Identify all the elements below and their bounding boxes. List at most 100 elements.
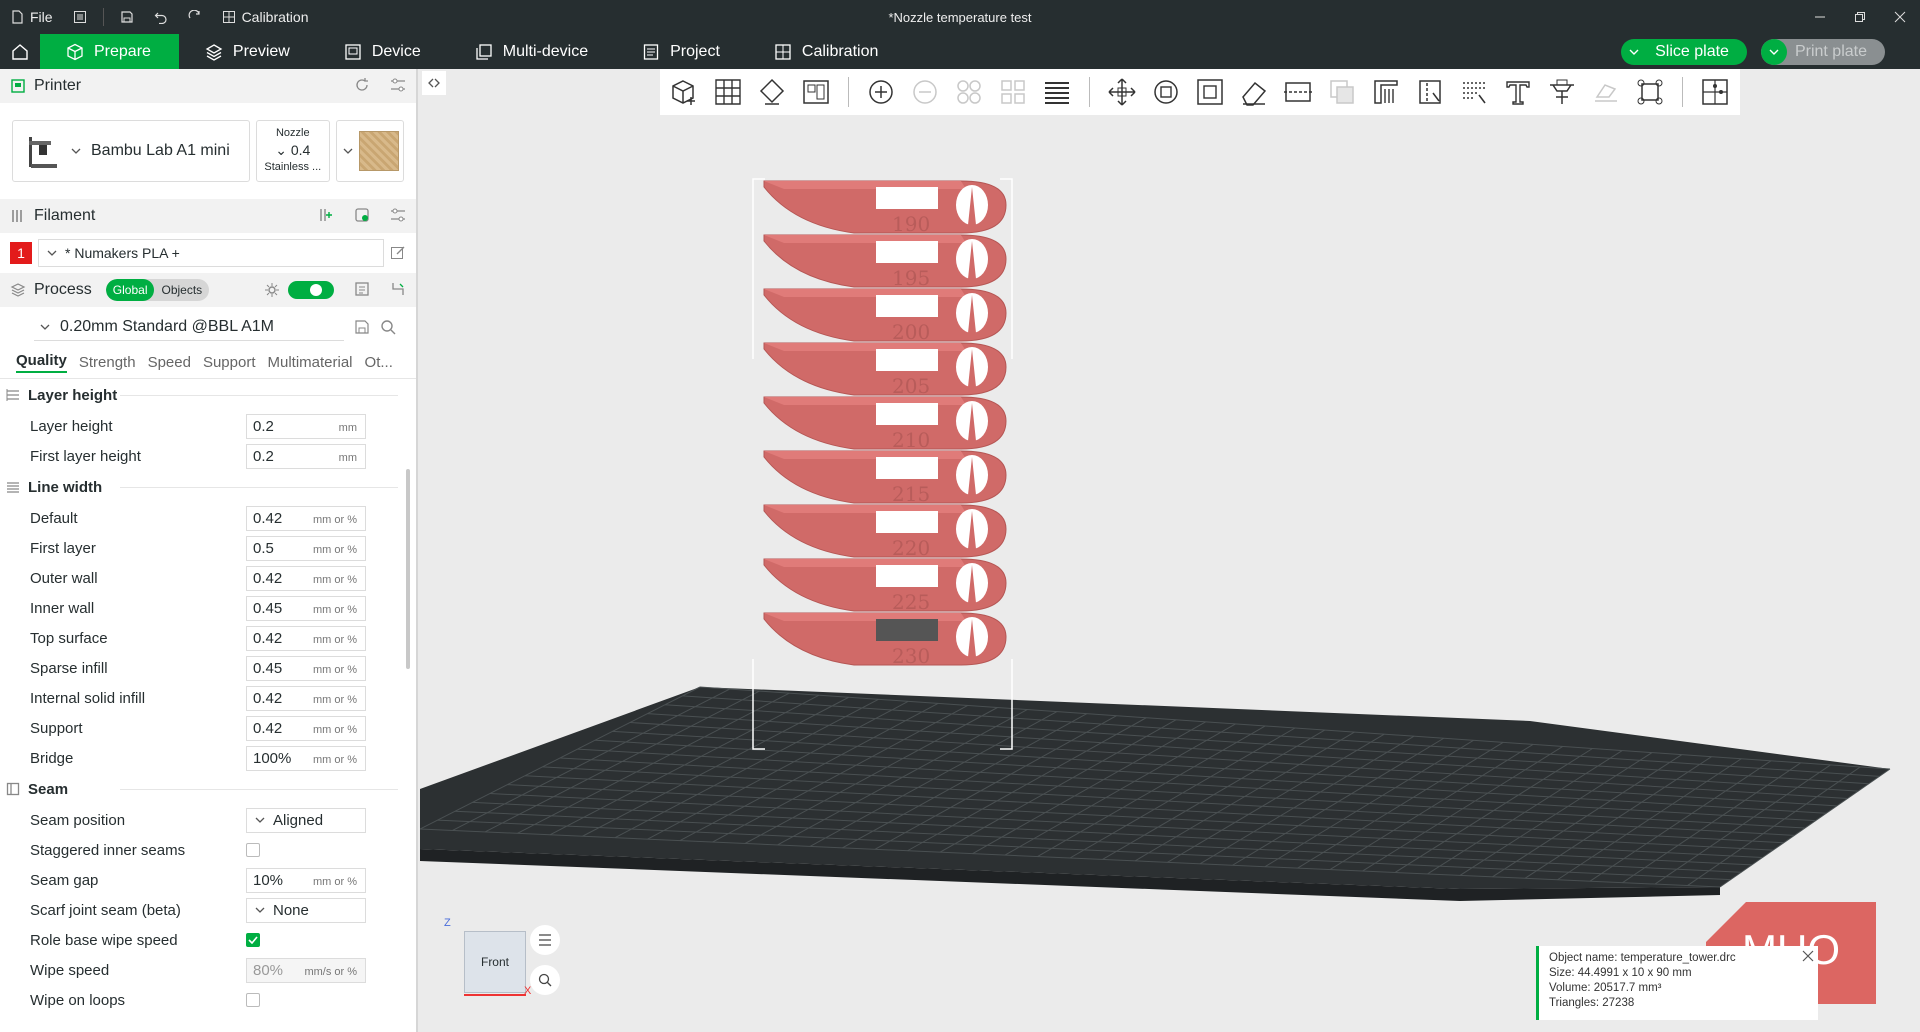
print-plate-button[interactable]: Print plate [1760, 39, 1885, 65]
seam-gap-input[interactable]: 10% mm or % [246, 867, 366, 893]
close-button[interactable] [1880, 0, 1920, 34]
line-width-bridge-input[interactable]: 100% mm or % [246, 745, 366, 771]
collapse-sidebar-button[interactable] [422, 71, 446, 95]
line-width-default-input[interactable]: 0.42 mm or % [246, 505, 366, 531]
compare-icon[interactable] [354, 281, 370, 297]
minimize-button[interactable] [1800, 0, 1840, 34]
slice-plate-button[interactable]: Slice plate [1621, 39, 1747, 65]
subtab-strength[interactable]: Strength [79, 354, 136, 371]
layer-height-input[interactable]: 0.2 mm [246, 413, 366, 439]
tab-multi-device[interactable]: Multi-device [449, 34, 616, 69]
edit-icon[interactable] [390, 245, 406, 261]
add-filament-icon[interactable] [318, 207, 334, 223]
printer-select[interactable]: Bambu Lab A1 mini [12, 120, 250, 182]
brim-ears-tool[interactable] [1632, 74, 1668, 110]
plate-tools-button[interactable] [1697, 74, 1733, 110]
tab-prepare[interactable]: Prepare [40, 34, 179, 69]
subtab-others[interactable]: Ot... [365, 354, 393, 371]
support-painting-tool[interactable] [1368, 74, 1404, 110]
tab-device[interactable]: Device [318, 34, 449, 69]
tab-calibration[interactable]: Calibration [748, 34, 906, 69]
plate-type-select[interactable] [335, 120, 404, 182]
temperature-tower-model[interactable]: 190 195 200 205 210 215 220 225 230 [763, 180, 1007, 668]
chevron-down-icon[interactable] [1621, 39, 1647, 65]
subtab-support[interactable]: Support [203, 354, 256, 371]
file-menu[interactable]: File [0, 0, 63, 34]
line-width-top-surface-input[interactable]: 0.42 mm or % [246, 625, 366, 651]
navigation-cube[interactable]: Z Front X [444, 917, 531, 997]
view-menu-button[interactable] [530, 925, 560, 955]
line-width-outer-wall-input[interactable]: 0.42 mm or % [246, 565, 366, 591]
home-button[interactable] [0, 34, 40, 69]
undo-button[interactable] [144, 0, 178, 34]
nozzle-select[interactable]: Nozzle ⌄ 0.4 Stainless ... [255, 120, 330, 182]
setting-unit: mm or % [313, 513, 357, 526]
process-preset-select[interactable]: 0.20mm Standard @BBL A1M [34, 313, 344, 341]
close-icon[interactable] [1802, 950, 1814, 962]
line-width-support-input[interactable]: 0.42 mm or % [246, 715, 366, 741]
segment-global[interactable]: Global [105, 279, 155, 301]
remove-instance-button[interactable] [907, 74, 943, 110]
fuzzy-skin-tool[interactable] [1456, 74, 1492, 110]
filament-slot-badge[interactable]: 1 [10, 242, 32, 264]
calibration-menu[interactable]: Calibration [212, 0, 319, 34]
line-width-first-layer-input[interactable]: 0.5 mm or % [246, 535, 366, 561]
subtab-quality[interactable]: Quality [16, 352, 67, 373]
menu-button[interactable] [63, 0, 97, 34]
add-object-button[interactable] [666, 74, 702, 110]
setting-unit: mm [338, 421, 357, 434]
settings-sliders-icon[interactable] [390, 207, 406, 223]
auto-orient-button[interactable] [754, 74, 790, 110]
text-tool[interactable] [1500, 74, 1536, 110]
rotate-tool[interactable] [1148, 74, 1184, 110]
scarf-joint-seam-select[interactable]: None [246, 897, 366, 923]
line-width-inner-wall-input[interactable]: 0.45 mm or % [246, 595, 366, 621]
settings-sliders-icon[interactable] [390, 77, 406, 93]
filament-settings-icon[interactable] [354, 207, 370, 223]
assembly-tool[interactable] [1588, 74, 1624, 110]
swap-icon[interactable] [390, 281, 406, 297]
zoom-button[interactable] [530, 965, 560, 995]
wipe-speed-input[interactable]: 80% mm/s or % [246, 957, 366, 983]
variable-layer-height-button[interactable] [1039, 74, 1075, 110]
cut-icon [1284, 82, 1312, 102]
sidebar-scrollbar[interactable] [406, 469, 410, 669]
save-button[interactable] [110, 0, 144, 34]
subtab-multimaterial[interactable]: Multimaterial [268, 354, 353, 371]
split-objects-button[interactable] [951, 74, 987, 110]
sync-icon[interactable] [354, 77, 370, 93]
first-layer-height-input[interactable]: 0.2 mm [246, 443, 366, 469]
wipe-on-loops-checkbox[interactable] [246, 993, 260, 1007]
cube-face-front[interactable]: Front [464, 931, 526, 993]
chevron-down-icon[interactable] [1760, 39, 1787, 65]
3d-viewport[interactable]: 190 195 200 205 210 215 220 225 230 Z Fr… [420, 69, 1920, 1032]
advanced-toggle[interactable] [288, 281, 334, 299]
line-width-sparse-infill-input[interactable]: 0.45 mm or % [246, 655, 366, 681]
restore-button[interactable] [1840, 0, 1880, 34]
cut-tool[interactable] [1280, 74, 1316, 110]
lay-on-face-tool[interactable] [1236, 74, 1272, 110]
filament-select[interactable]: * Numakers PLA + [38, 239, 384, 267]
line-width-internal-solid-infill-input[interactable]: 0.42 mm or % [246, 685, 366, 711]
role-base-wipe-speed-checkbox[interactable] [246, 933, 260, 947]
save-preset-icon[interactable] [354, 319, 370, 335]
tab-project[interactable]: Project [616, 34, 748, 69]
staggered-inner-seams-checkbox[interactable] [246, 843, 260, 857]
tab-preview[interactable]: Preview [179, 34, 318, 69]
mesh-boolean-tool[interactable] [1324, 74, 1360, 110]
measure-tool[interactable] [1544, 74, 1580, 110]
split-parts-button[interactable] [995, 74, 1031, 110]
setting-unit: mm or % [313, 573, 357, 586]
redo-button[interactable] [178, 0, 212, 34]
process-scope-toggle[interactable]: Global Objects [105, 279, 210, 301]
subtab-speed[interactable]: Speed [148, 354, 191, 371]
segment-objects[interactable]: Objects [154, 279, 209, 301]
arrange-button[interactable] [798, 74, 834, 110]
search-icon[interactable] [380, 319, 396, 335]
seam-painting-tool[interactable] [1412, 74, 1448, 110]
scale-tool[interactable] [1192, 74, 1228, 110]
seam-position-select[interactable]: Aligned [246, 807, 366, 833]
move-tool[interactable] [1104, 74, 1140, 110]
add-plate-button[interactable] [710, 74, 746, 110]
add-instance-button[interactable] [863, 74, 899, 110]
